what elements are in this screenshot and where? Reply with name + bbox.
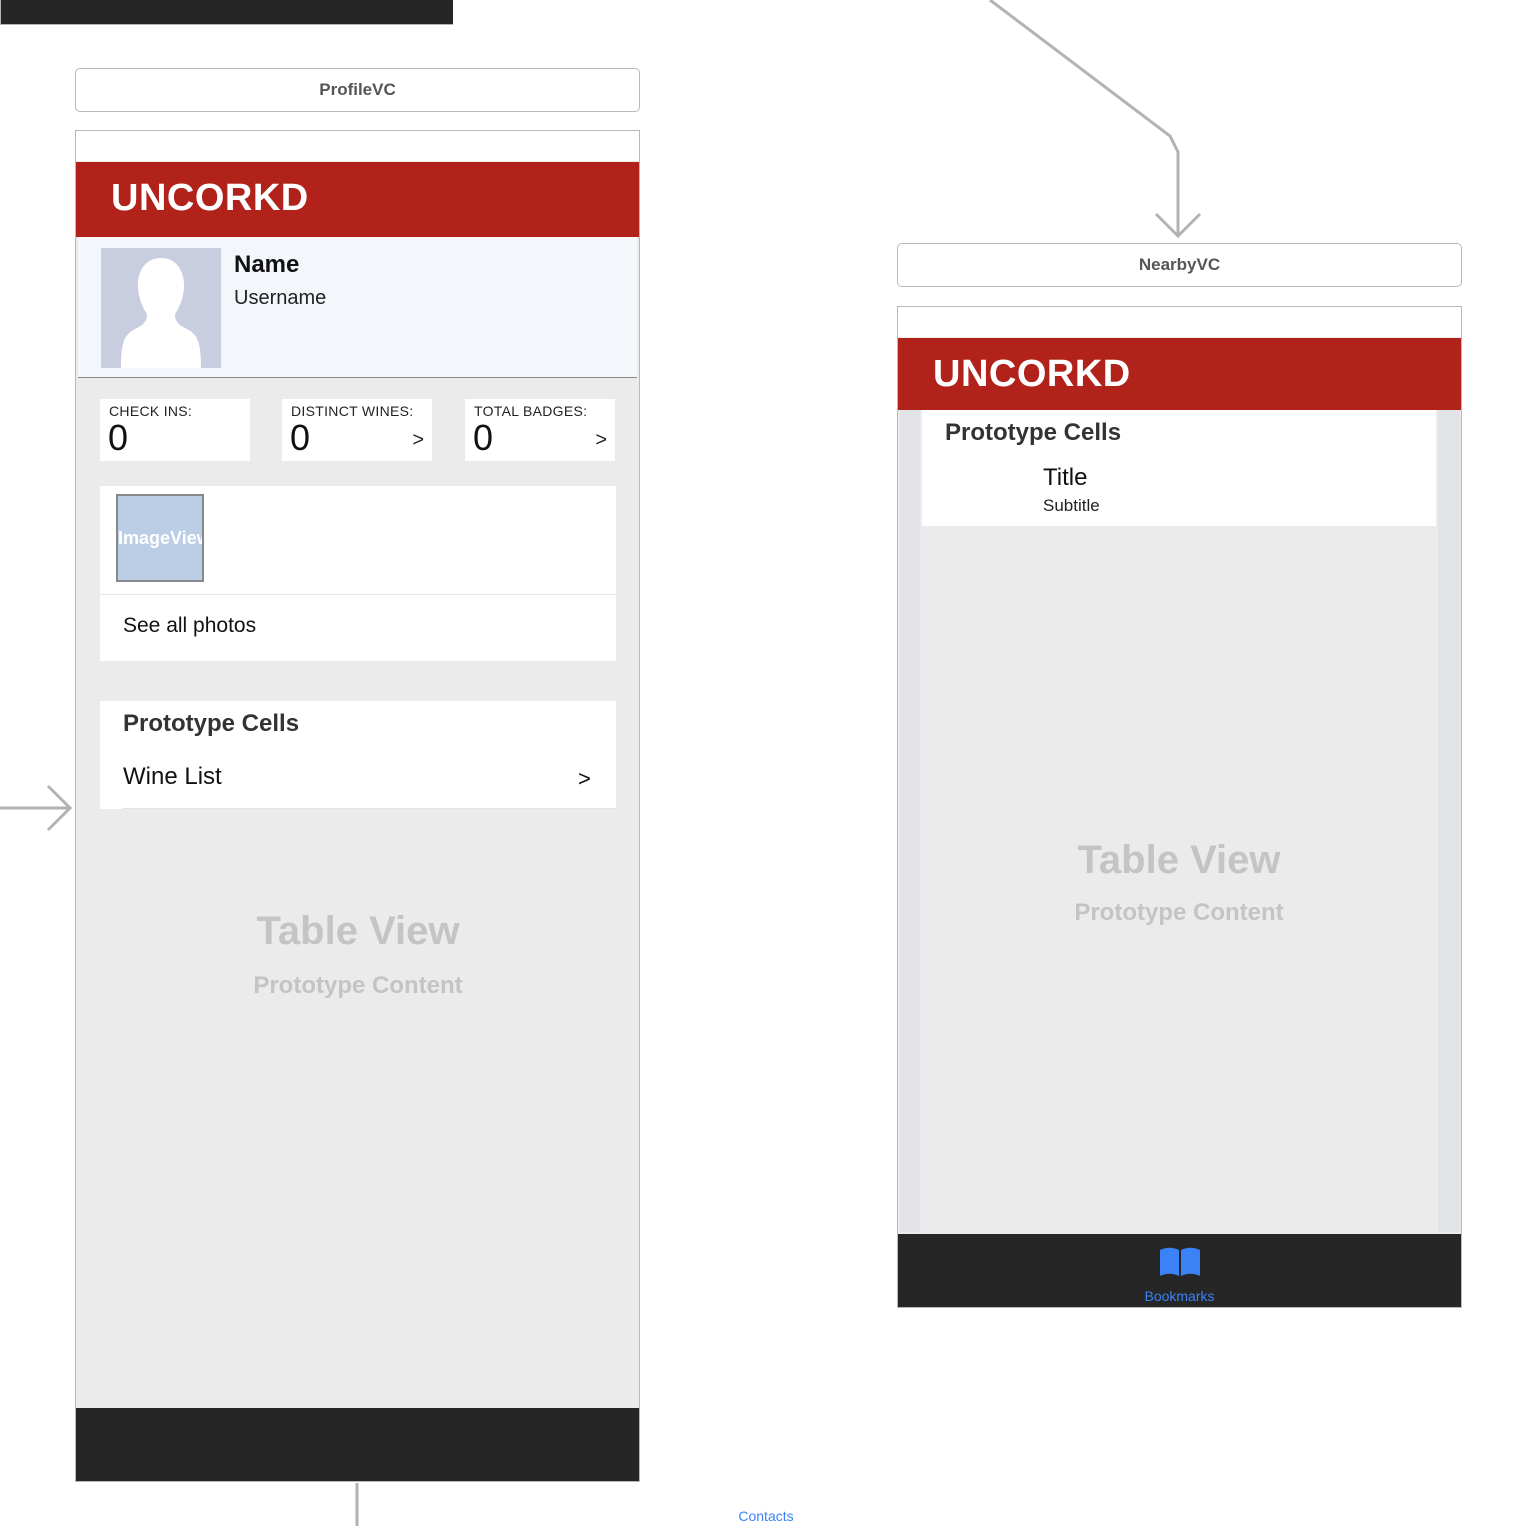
table-left-gutter [900, 410, 920, 1232]
table-view-title: Table View [256, 909, 460, 953]
segue-line-to-nearby [989, 0, 1180, 236]
tab-bar [76, 1408, 639, 1481]
stat-total-badges[interactable]: TOTAL BADGES: 0 > [465, 399, 615, 461]
status-bar [898, 307, 1461, 337]
table-right-gutter [1438, 410, 1460, 1232]
profile-header: Name Username [78, 237, 637, 378]
avatar-placeholder-icon[interactable] [101, 248, 221, 368]
profile-scene-title-text: ProfileVC [319, 80, 396, 99]
profile-scene-title[interactable]: ProfileVC [75, 68, 640, 112]
chevron-right-icon: > [578, 766, 591, 791]
status-bar [76, 131, 639, 161]
brand-title: UNCORKD [933, 353, 1131, 395]
wine-list-row[interactable]: Wine List [123, 763, 222, 791]
bookmarks-icon[interactable] [1158, 1246, 1202, 1278]
see-all-photos-button[interactable]: See all photos [123, 614, 256, 638]
chevron-right-icon: > [412, 429, 424, 451]
table-view-subtitle: Prototype Content [1074, 899, 1284, 926]
table-view-placeholder: Table View Prototype Content [922, 526, 1436, 1232]
tab-bar: Bookmarks [898, 1234, 1461, 1307]
image-view-label: ImageView [118, 528, 204, 548]
chevron-right-icon: > [595, 429, 607, 451]
image-view-thumbnail[interactable]: ImageView [116, 494, 204, 582]
prototype-cells-header: Prototype Cells [945, 419, 1122, 446]
divider [100, 594, 616, 595]
brand-title: UNCORKD [111, 177, 309, 219]
stat-value: 0 [473, 417, 494, 458]
profile-username: Username [234, 287, 327, 309]
prototype-cells-section: Prototype Cells Wine List > [100, 701, 616, 809]
table-view-placeholder: Table View Prototype Content [100, 809, 616, 1099]
profile-name: Name [234, 251, 300, 278]
stat-value: 0 [290, 417, 311, 458]
photos-card: ImageView See all photos [100, 486, 616, 661]
bookmarks-tab-label[interactable]: Bookmarks [898, 1288, 1461, 1304]
profile-scene-frame[interactable]: UNCORKD Name Username CHECK INS: 0 DISTI… [75, 130, 640, 1482]
cell-subtitle: Subtitle [1043, 496, 1100, 515]
navigation-bar: UNCORKD [76, 162, 639, 237]
stat-value: 0 [108, 417, 129, 458]
stat-distinct-wines[interactable]: DISTINCT WINES: 0 > [282, 399, 432, 461]
prototype-cells-section: Prototype Cells Title Subtitle [922, 410, 1436, 526]
nearby-scene-title[interactable]: NearbyVC [897, 243, 1462, 287]
navigation-bar: UNCORKD [898, 338, 1461, 410]
prototype-cells-header: Prototype Cells [123, 710, 300, 737]
stat-check-ins[interactable]: CHECK INS: 0 [100, 399, 250, 461]
contacts-tab-label[interactable]: Contacts [0, 1508, 1532, 1524]
table-view-title: Table View [1077, 838, 1281, 882]
nearby-scene-frame[interactable]: UNCORKD Prototype Cells Title Subtitle T… [897, 306, 1462, 1308]
cell-title[interactable]: Title [1043, 464, 1087, 492]
table-view-subtitle: Prototype Content [253, 972, 463, 999]
nearby-scene-title-text: NearbyVC [1138, 255, 1221, 274]
